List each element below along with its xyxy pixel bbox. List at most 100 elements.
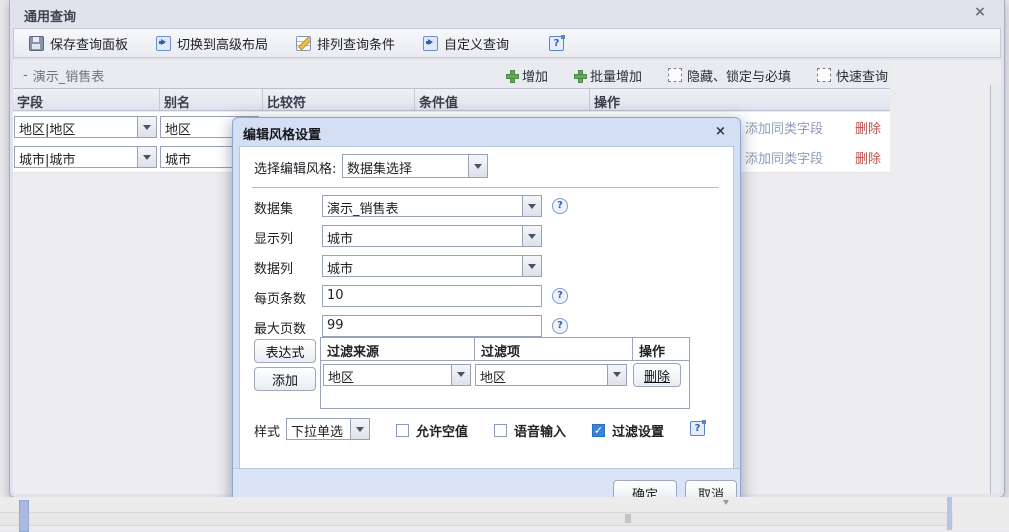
delete-link[interactable]: 删除 [855, 118, 881, 137]
filter-settings-option: ✓ 过滤设置 [592, 421, 664, 440]
chevron-down-icon[interactable] [350, 419, 369, 439]
save-query-panel-label: 保存查询面板 [50, 37, 129, 53]
voice-input-label: 语音输入 [514, 425, 567, 440]
help-icon[interactable]: ? [552, 288, 568, 304]
max-pages-input[interactable]: 99 [322, 315, 542, 337]
filter-settings-label: 过滤设置 [612, 425, 665, 440]
add-button[interactable]: 增加 [505, 66, 548, 85]
chevron-down-icon[interactable] [137, 147, 156, 167]
custom-query-icon [423, 35, 439, 51]
filter-settings-checkbox[interactable]: ✓ [592, 424, 605, 437]
allow-null-label: 允许空值 [416, 425, 469, 440]
quick-query-label: 快速查询 [835, 69, 888, 85]
field-select-value: 地区|地区 [19, 123, 76, 137]
filter-source-header: 过滤来源 [321, 338, 475, 360]
add-same-field-link[interactable]: 添加同类字段 [745, 148, 823, 167]
data-column-value: 城市 [327, 262, 354, 276]
filter-item-select[interactable]: 地区 [475, 363, 627, 386]
chevron-down-icon[interactable] [607, 364, 626, 385]
expression-button[interactable]: 表达式 [254, 339, 316, 363]
style-select-value: 下拉单选 [291, 425, 344, 439]
arrange-conditions-label: 排列查询条件 [317, 37, 396, 53]
filter-operation-header: 操作 [639, 345, 666, 360]
column-header-value: 条件值 [415, 89, 590, 110]
max-pages-label: 最大页数 [254, 322, 307, 337]
chevron-down-icon[interactable] [522, 256, 541, 276]
batch-add-button[interactable]: 批量增加 [573, 66, 642, 85]
column-header-comparator: 比较符 [263, 89, 415, 110]
dataset-select[interactable]: 演示_销售表 [322, 195, 542, 217]
style-select[interactable]: 下拉单选 [286, 418, 370, 440]
edit-style-value: 数据集选择 [347, 162, 413, 177]
dashed-box-icon [816, 68, 831, 82]
save-icon [29, 35, 44, 51]
window-title: 通用查询 [24, 10, 77, 25]
display-column-value: 城市 [327, 232, 354, 246]
page-size-label: 每页条数 [254, 292, 307, 307]
field-select[interactable]: 地区|地区 [14, 116, 157, 138]
arrange-conditions-button[interactable]: 排列查询条件 [296, 34, 395, 53]
filter-table-row: 地区 地区 删除 [321, 361, 689, 388]
arrange-conditions-icon [296, 35, 312, 51]
add-same-field-link[interactable]: 添加同类字段 [745, 118, 823, 137]
style-help-icon[interactable]: ? [690, 420, 706, 436]
dashed-box-icon [667, 68, 682, 82]
scroll-arrow-icon[interactable] [723, 500, 729, 508]
edit-style-select[interactable]: 数据集选择 [342, 154, 488, 178]
page-size-input[interactable]: 10 [322, 285, 542, 307]
chevron-down-icon[interactable] [522, 226, 541, 246]
background-window-edge [947, 497, 952, 530]
column-header-operation: 操作 [594, 96, 621, 110]
dataset-name: 演示_销售表 [32, 69, 105, 85]
display-column-label: 显示列 [254, 232, 294, 247]
window-titlebar: 通用查询 × [10, 0, 1004, 28]
voice-input-option: 语音输入 [494, 421, 566, 440]
dialog-title: 编辑风格设置 [243, 128, 322, 143]
chevron-down-icon[interactable] [451, 364, 470, 385]
field-select[interactable]: 城市|城市 [14, 146, 157, 168]
allow-null-option: 允许空值 [396, 421, 468, 440]
style-label: 样式 [254, 425, 281, 440]
chevron-down-icon[interactable] [468, 155, 487, 177]
allow-null-checkbox[interactable] [396, 424, 409, 437]
switch-advanced-layout-button[interactable]: 切换到高级布局 [156, 34, 268, 53]
horizontal-scrollbar[interactable] [0, 512, 953, 526]
background-scrollbar [19, 500, 29, 532]
data-column-select[interactable]: 城市 [322, 255, 542, 277]
hide-lock-required-label: 隐藏、锁定与必填 [686, 69, 791, 85]
batch-add-label: 批量增加 [589, 69, 642, 85]
toolbar-help-icon[interactable]: ? [549, 34, 566, 51]
add-label: 增加 [521, 69, 548, 85]
chevron-down-icon[interactable] [522, 196, 541, 216]
delete-link[interactable]: 删除 [855, 148, 881, 167]
filter-delete-button[interactable]: 删除 [633, 362, 681, 387]
window-close-icon[interactable]: × [972, 5, 988, 21]
custom-query-label: 自定义查询 [444, 37, 510, 53]
filter-item-value: 地区 [480, 370, 507, 385]
filter-add-button[interactable]: 添加 [254, 367, 316, 391]
dialog-body: 选择编辑风格: 数据集选择 数据集 演示_销售表 ? 显示列 城市 数据列 城市… [239, 146, 734, 473]
collapse-toggle[interactable]: - [23, 68, 28, 83]
data-column-label: 数据列 [254, 262, 294, 277]
dataset-field-label: 数据集 [254, 202, 294, 217]
quick-query-button[interactable]: 快速查询 [816, 66, 888, 85]
scrollbar-thumb[interactable] [625, 514, 631, 523]
help-icon[interactable]: ? [552, 198, 568, 214]
help-icon[interactable]: ? [552, 318, 568, 334]
vertical-scrollbar[interactable] [990, 85, 1001, 494]
custom-query-button[interactable]: 自定义查询 [423, 34, 509, 53]
conditions-table-header: 字段 别名 比较符 条件值 操作 [13, 88, 890, 111]
divider [252, 187, 719, 188]
chevron-down-icon[interactable] [137, 117, 156, 137]
filter-source-select[interactable]: 地区 [323, 363, 471, 386]
hide-lock-required-button[interactable]: 隐藏、锁定与必填 [667, 66, 791, 85]
toolbar: 保存查询面板 切换到高级布局 排列查询条件 自定义查询 ? [13, 28, 1001, 58]
style-select-label: 选择编辑风格: [254, 162, 337, 177]
dataset-section-header: - 演示_销售表 增加 批量增加 隐藏、锁定与必填 快速查询 [13, 62, 890, 88]
filter-table: 过滤来源 过滤项 操作 地区 地区 删除 [320, 337, 690, 409]
display-column-select[interactable]: 城市 [322, 225, 542, 247]
voice-input-checkbox[interactable] [494, 424, 507, 437]
save-query-panel-button[interactable]: 保存查询面板 [29, 34, 128, 53]
dialog-close-icon[interactable]: × [713, 125, 728, 140]
filter-table-header: 过滤来源 过滤项 操作 [321, 338, 689, 361]
